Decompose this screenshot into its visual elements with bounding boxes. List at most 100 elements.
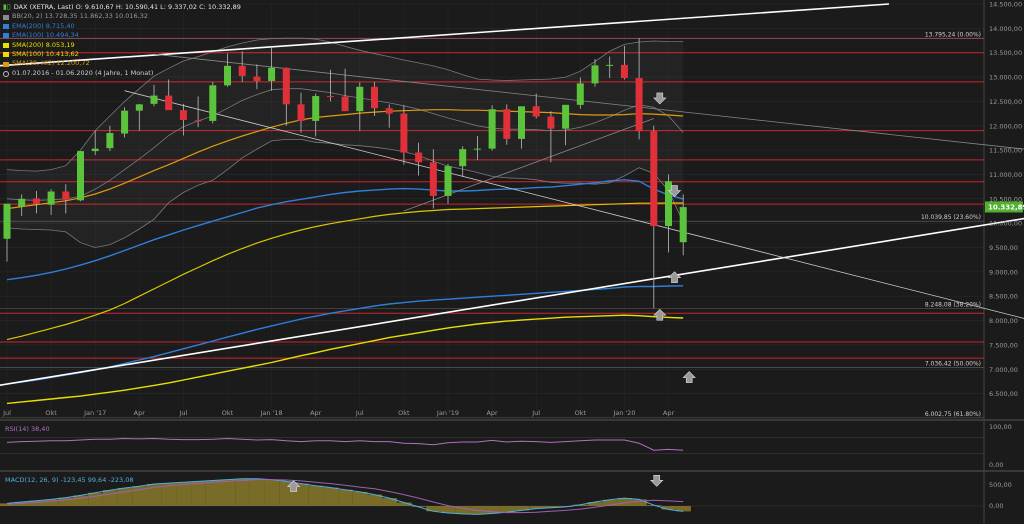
- legend-swatch: [3, 33, 9, 39]
- candle-up: [665, 181, 672, 227]
- price-tick-label: 9.500,00: [989, 244, 1018, 252]
- time-tick-label: Jan '17: [83, 409, 106, 417]
- candle-down: [620, 64, 628, 79]
- candle-up: [106, 133, 114, 149]
- candle-up: [606, 64, 614, 66]
- price-tick-label: 10.000,00: [989, 220, 1022, 228]
- legend-text: EMA(100) 10.494,34: [12, 31, 79, 40]
- candle-up: [518, 106, 525, 139]
- candle-down: [165, 95, 173, 111]
- candle-down: [326, 96, 334, 98]
- price-tick-label: 14.500,00: [989, 1, 1022, 9]
- time-tick-label: Apr: [486, 409, 498, 417]
- chart-type-icon: ▮▯: [3, 3, 11, 11]
- candle-up: [3, 203, 11, 239]
- legend-swatch: [3, 52, 9, 58]
- candle-down: [635, 78, 643, 132]
- candle-up: [562, 104, 570, 129]
- time-tick-label: Apr: [663, 409, 675, 417]
- price-tick-label: 8.000,00: [989, 317, 1018, 325]
- candle-up: [459, 149, 467, 167]
- legend-text: EMA(200) 8.715,40: [12, 21, 75, 30]
- candle-down: [297, 104, 305, 121]
- macd-tick-label: 0,00: [989, 502, 1003, 510]
- candle-down: [547, 116, 555, 129]
- macd-histogram-bar: [176, 482, 192, 506]
- price-tick-label: 7.000,00: [989, 366, 1018, 374]
- candle-down: [650, 131, 658, 227]
- legend-swatch: [3, 61, 9, 67]
- time-tick-label: Okt: [575, 409, 587, 417]
- legend-text: SMA(38, Hi2) 12.200,72: [12, 59, 90, 68]
- candle-up: [150, 95, 158, 104]
- macd-histogram-bar: [308, 485, 324, 506]
- time-tick-label: Okt: [45, 409, 57, 417]
- legend-swatch: [3, 14, 9, 20]
- candle-up: [488, 109, 496, 149]
- macd-histogram-bar: [235, 478, 250, 506]
- macd-label: MACD(12, 26, 9) -123,45 99,64 -223,08: [5, 476, 134, 484]
- legend-row: SMA(38, Hi2) 12.200,72: [3, 59, 241, 68]
- candle-down: [400, 113, 408, 153]
- legend-text: BB(20, 2) 13.728,35 11.862,33 10.016,32: [12, 12, 148, 21]
- legend-row: SMA(100) 10.413,62: [3, 50, 241, 59]
- chart-legend: ▮▯ DAX (XETRA, Last) O: 9.610,67 H: 10.5…: [3, 3, 241, 78]
- candle-down: [32, 198, 40, 204]
- time-tick-label: Jan '20: [612, 409, 635, 417]
- candle-up: [591, 65, 599, 84]
- candle-down: [429, 162, 437, 196]
- macd-histogram-bar: [338, 489, 353, 506]
- price-tick-label: 9.000,00: [989, 268, 1018, 276]
- candle-up: [18, 198, 26, 207]
- candle-down: [371, 86, 378, 109]
- candle-down: [341, 96, 349, 112]
- candle-up: [444, 166, 452, 196]
- time-tick-label: Jan '19: [436, 409, 459, 417]
- price-tick-label: 13.000,00: [989, 74, 1022, 82]
- price-tick-label: 12.000,00: [989, 122, 1022, 130]
- candle-up: [47, 191, 55, 205]
- fib-label: 6.002,75 (61.80%): [925, 411, 981, 418]
- price-tick-label: 11.000,00: [989, 171, 1022, 179]
- candle-up: [312, 96, 320, 121]
- time-tick-label: Jan '18: [260, 409, 283, 417]
- time-tick-label: Jul: [355, 409, 364, 417]
- time-tick-label: Okt: [398, 409, 410, 417]
- macd-histogram-bar: [191, 481, 206, 506]
- dax-chart[interactable]: 6.500,00 7.000,00 7.500,00 8.000,00 8.500,00…: [0, 0, 1024, 524]
- price-tick-label: 8.500,00: [989, 293, 1018, 301]
- time-tick-label: Okt: [222, 409, 234, 417]
- candle-up: [209, 85, 217, 121]
- candle-up: [473, 148, 481, 150]
- macd-histogram-bar: [426, 506, 441, 512]
- price-tick-label: 13.500,00: [989, 49, 1022, 57]
- candle-down: [532, 106, 540, 117]
- macd-histogram-bar: [205, 480, 221, 506]
- rsi-label: RSI(14) 38,40: [5, 425, 50, 433]
- candle-up: [135, 104, 143, 111]
- time-tick-label: Apr: [134, 409, 146, 417]
- rsi-tick-label: 0,00: [989, 461, 1003, 469]
- candle-down: [253, 76, 261, 81]
- fib-label: 7.036,42 (50.00%): [925, 361, 981, 368]
- price-tick-label: 6.500,00: [989, 390, 1018, 398]
- legend-text: SMA(100) 10.413,62: [12, 50, 79, 59]
- price-tick-label: 12.500,00: [989, 98, 1022, 106]
- rsi-tick-label: 100,00: [989, 423, 1012, 431]
- fib-label: 8.248,08 (38.20%): [925, 302, 981, 309]
- time-tick-label: Apr: [310, 409, 322, 417]
- current-price-text: 10.332,89: [988, 203, 1024, 211]
- macd-histogram-bar: [102, 490, 118, 506]
- macd-histogram-bar: [88, 492, 103, 506]
- candle-up: [356, 86, 364, 112]
- candle-up: [268, 67, 276, 81]
- legend-text: SMA(200) 8.053,19: [12, 40, 75, 49]
- candle-down: [62, 191, 70, 200]
- macd-histogram-bar: [264, 479, 280, 506]
- candle-up: [91, 148, 99, 152]
- date-range: 01.07.2016 - 01.06.2020 (4 Jahre, 1 Mona…: [12, 68, 154, 77]
- candle-down: [194, 120, 202, 122]
- legend-row: BB(20, 2) 13.728,35 11.862,33 10.016,32: [3, 12, 241, 21]
- legend-row: SMA(200) 8.053,19: [3, 41, 241, 50]
- legend-swatch: [3, 24, 9, 30]
